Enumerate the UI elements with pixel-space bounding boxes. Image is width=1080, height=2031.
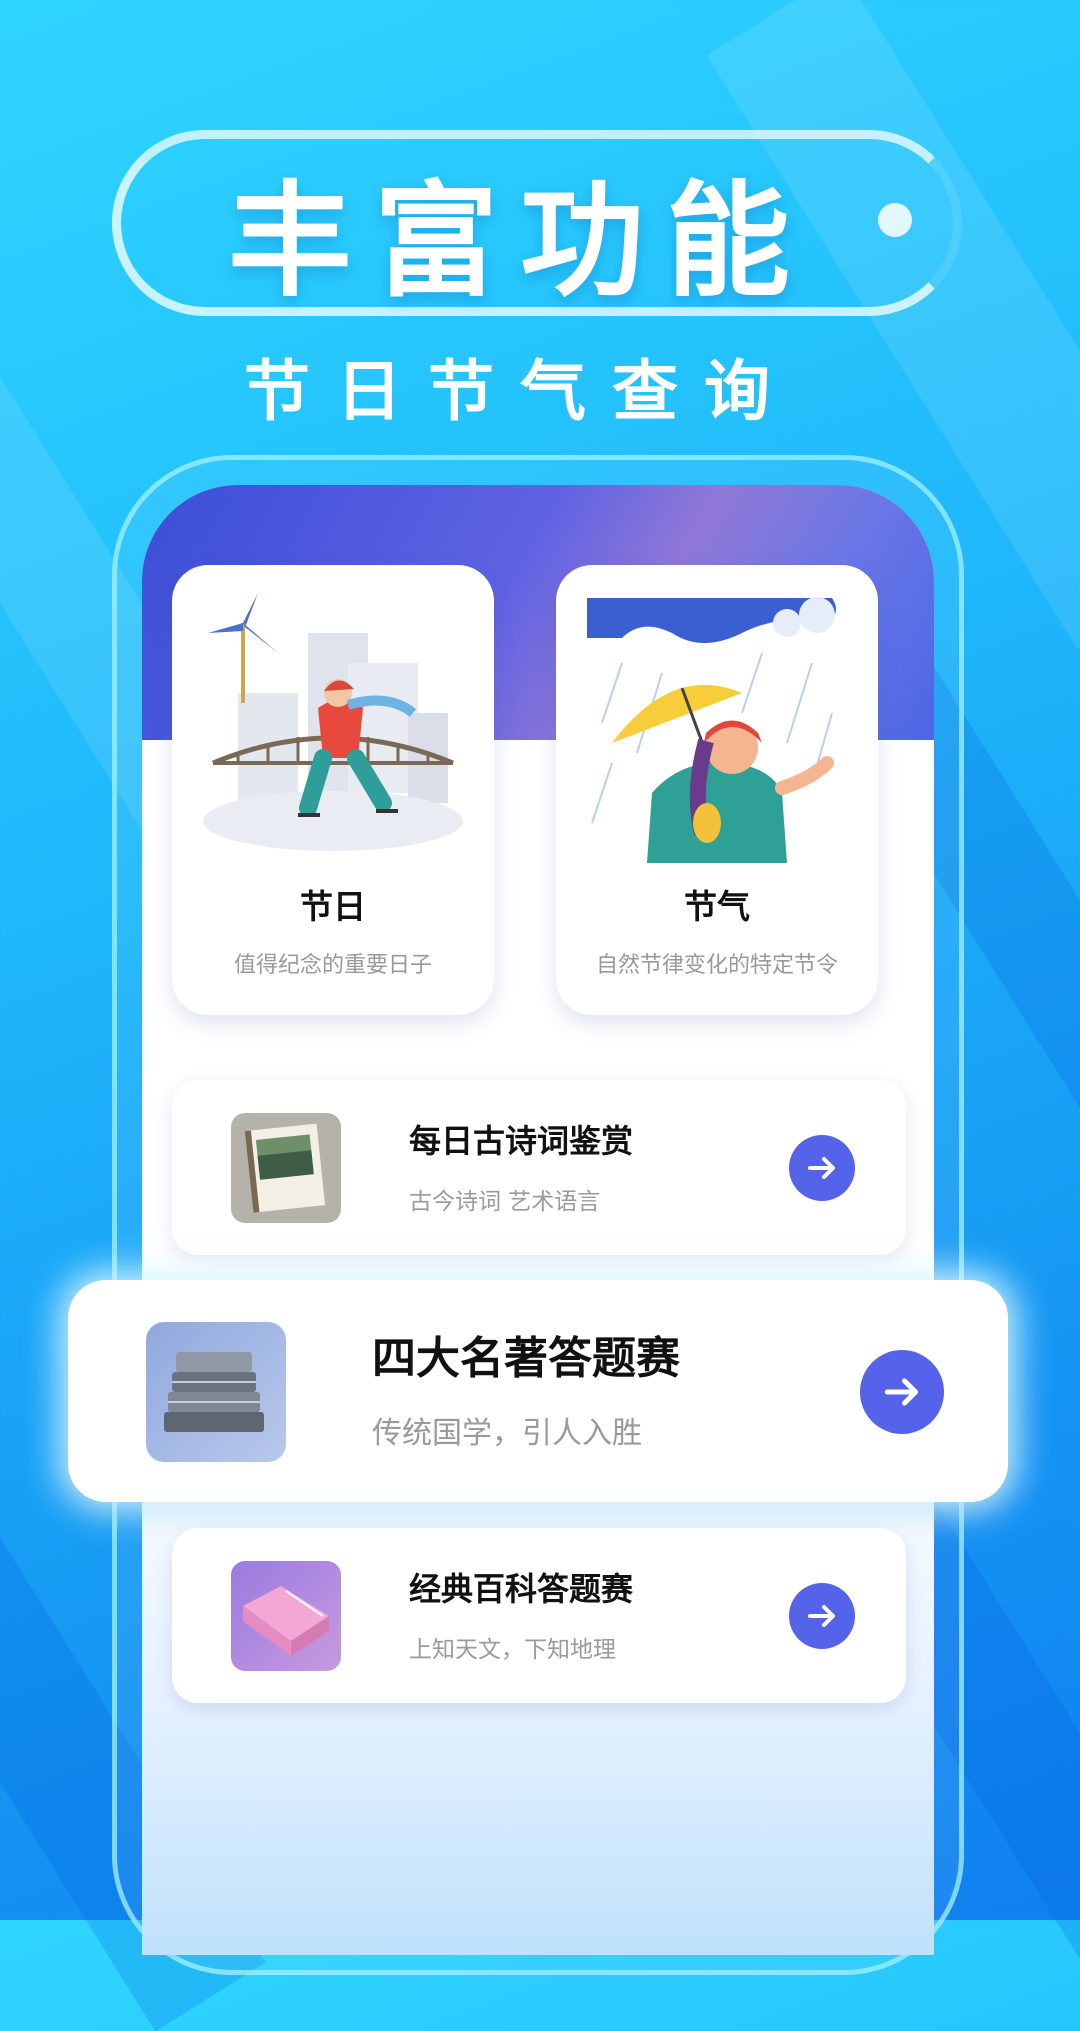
feature-card-solar-term[interactable]: 节气 自然节律变化的特定节令: [556, 565, 878, 1015]
skating-illustration-icon: [203, 593, 463, 851]
page-subtitle: 节日节气查询: [244, 353, 796, 430]
page-title: 丰富功能: [227, 170, 812, 314]
list-item-classics-highlighted[interactable]: 四大名著答题赛 传统国学，引人入胜: [68, 1280, 1008, 1502]
feature-description: 自然节律变化的特定节令: [595, 953, 838, 978]
feature-card-festival[interactable]: 节日 值得纪念的重要日子: [172, 565, 494, 1015]
list-item-poetry[interactable]: 每日古诗词鉴赏 古今诗词 艺术语言: [172, 1080, 906, 1255]
poetry-book-icon: [231, 1113, 341, 1223]
feature-title: 节气: [684, 887, 750, 926]
feature-description: 值得纪念的重要日子: [233, 953, 432, 978]
arrow-right-button[interactable]: [860, 1350, 944, 1434]
list-item-title: 四大名著答题赛: [372, 1333, 680, 1384]
open-book-icon: [231, 1561, 341, 1671]
stacked-books-icon: [146, 1322, 286, 1462]
list-item-title: 每日古诗词鉴赏: [409, 1122, 634, 1160]
arrow-right-button[interactable]: [789, 1583, 855, 1649]
list-item-title: 经典百科答题赛: [409, 1570, 634, 1608]
list-item-subtitle: 古今诗词 艺术语言: [409, 1189, 601, 1215]
list-item-subtitle: 上知天文，下知地理: [409, 1637, 616, 1663]
arrow-right-icon: [808, 1605, 835, 1627]
feature-title: 节日: [300, 887, 366, 926]
decor-dot: [878, 203, 912, 237]
arrow-right-icon: [884, 1378, 919, 1406]
list-item-encyclopedia[interactable]: 经典百科答题赛 上知天文，下知地理: [172, 1528, 906, 1703]
arrow-right-icon: [808, 1157, 835, 1179]
rain-umbrella-illustration-icon: [587, 597, 836, 863]
arrow-right-button[interactable]: [789, 1135, 855, 1201]
list-item-subtitle: 传统国学，引人入胜: [372, 1416, 642, 1451]
